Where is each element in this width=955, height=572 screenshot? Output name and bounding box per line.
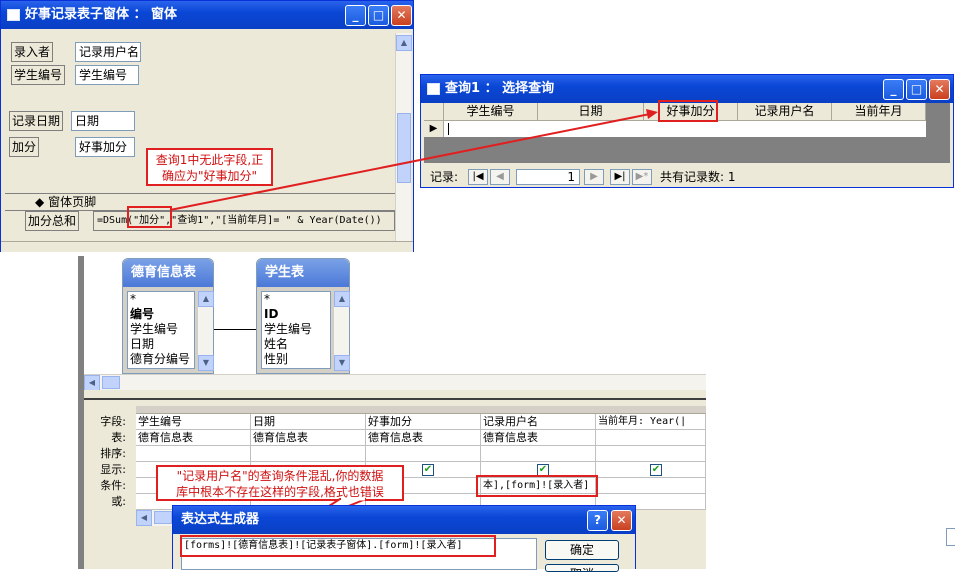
help-icon[interactable]: ? bbox=[587, 510, 608, 531]
highlight-expression bbox=[180, 535, 496, 557]
dialog-close-icon[interactable]: ✕ bbox=[611, 510, 632, 531]
cancel-button[interactable]: 取消 bbox=[545, 564, 619, 572]
ok-button[interactable]: 确定 bbox=[545, 540, 619, 560]
expression-builder-titlebar[interactable]: 表达式生成器 ? ✕ bbox=[173, 506, 635, 534]
edge-fragment bbox=[946, 528, 955, 546]
callout-2-tail bbox=[295, 497, 367, 528]
expression-builder-title: 表达式生成器 bbox=[181, 512, 260, 527]
